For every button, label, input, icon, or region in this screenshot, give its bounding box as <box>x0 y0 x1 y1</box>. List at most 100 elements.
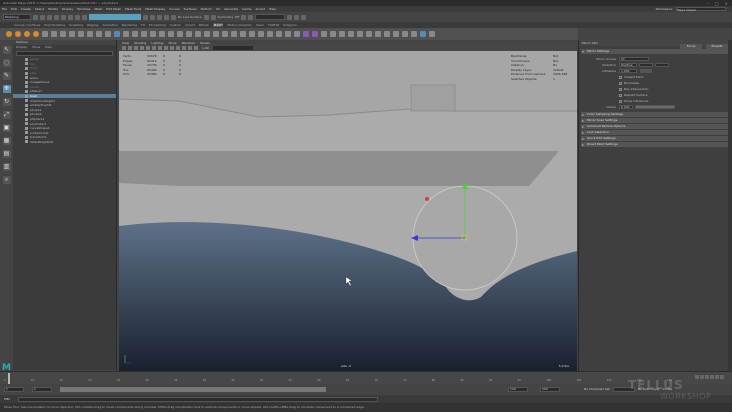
checkbox-normalize[interactable] <box>619 81 622 85</box>
shelf-tool-icon[interactable] <box>51 31 57 37</box>
clamp-slider[interactable] <box>635 105 675 109</box>
maximize-icon[interactable]: □ <box>715 1 719 6</box>
film-gate-icon[interactable] <box>146 46 150 50</box>
menu-generate[interactable]: Generate <box>224 7 238 11</box>
mirror-across-field[interactable]: XY <box>619 57 649 61</box>
shelf-tool-icon[interactable] <box>330 31 336 37</box>
menu-modify[interactable]: Modify <box>48 7 58 11</box>
section-mirror-scan[interactable]: Mirror Scan Settings <box>581 118 730 123</box>
menu-select[interactable]: Select <box>35 7 44 11</box>
shelf-tool-icon[interactable] <box>42 31 48 37</box>
shelf-tab[interactable]: XGen <box>256 23 264 27</box>
move-manip-x-handle[interactable] <box>425 197 429 201</box>
outliner-item[interactable]: defaultLightSet <box>13 140 116 145</box>
step-back-icon[interactable] <box>700 375 704 379</box>
shelf-tool-icon[interactable] <box>141 31 147 37</box>
viewport-menu-panels[interactable]: Panels <box>200 41 210 45</box>
new-scene-icon[interactable] <box>33 14 38 20</box>
direction-option[interactable] <box>639 63 653 67</box>
section-mirror-settings[interactable]: Mirror Settings <box>581 49 730 54</box>
section-coherent-particle[interactable]: Coherent Particle Options <box>581 124 730 129</box>
shelf-tool-icon[interactable] <box>213 31 219 37</box>
side-tab-strip[interactable] <box>728 40 732 371</box>
shelf-tab[interactable]: Bifrost <box>199 23 209 27</box>
workspace-dropdown[interactable]: Maya Classic <box>676 7 726 12</box>
shelf-tool-icon[interactable] <box>105 31 111 37</box>
shadows-icon[interactable] <box>182 46 186 50</box>
outliner-menu-show[interactable]: Show <box>32 45 40 50</box>
outliner-layout-icon[interactable]: ▤ <box>2 150 11 158</box>
resolution-gate-icon[interactable] <box>152 46 156 50</box>
snap-curve-icon[interactable] <box>150 14 155 20</box>
checkbox-show-influences[interactable] <box>619 99 622 103</box>
open-scene-icon[interactable] <box>40 14 45 20</box>
menu-mesh-tools[interactable]: Mesh Tools <box>125 7 141 11</box>
graph-layout-icon[interactable]: ▥ <box>2 163 11 171</box>
go-to-end-icon[interactable] <box>720 375 724 379</box>
shelf-tool-icon[interactable] <box>60 31 66 37</box>
shelf-tab[interactable]: TURTLE <box>268 23 279 27</box>
menu-edit[interactable]: Edit <box>11 7 17 11</box>
shelf-tool-icon[interactable] <box>177 31 183 37</box>
menu-help[interactable]: Help <box>269 7 276 11</box>
time-slider[interactable]: 5 10 15 20 25 30 35 40 45 50 55 60 65 70… <box>0 371 732 384</box>
apply-button[interactable] <box>640 69 652 73</box>
paint-select-icon[interactable]: ✎ <box>2 72 11 80</box>
panel-layout-icon[interactable] <box>287 14 293 20</box>
wireframe-icon[interactable] <box>158 46 162 50</box>
shelf-tool-icon[interactable] <box>303 31 309 37</box>
outliner-menu-display[interactable]: Display <box>16 45 27 50</box>
shelf-tool-icon[interactable] <box>186 31 192 37</box>
play-forward-icon[interactable] <box>710 375 714 379</box>
mash-repro-icon[interactable] <box>24 31 30 37</box>
shelf-tool-icon[interactable] <box>384 31 390 37</box>
close-icon[interactable]: × <box>725 1 728 6</box>
playback-end-field[interactable]: 120 <box>508 387 528 392</box>
channel-box-icon[interactable] <box>294 14 300 20</box>
single-layout-icon[interactable]: ▣ <box>2 124 11 132</box>
shelf-tool-icon[interactable] <box>168 31 174 37</box>
snap-live-icon[interactable] <box>171 14 176 20</box>
selection-mask-bar[interactable] <box>89 14 141 20</box>
snap-view-icon[interactable] <box>164 14 169 20</box>
influence-field[interactable]: 1.000 <box>619 69 637 73</box>
section-direct-paint[interactable]: Direct Paint Settings <box>581 142 730 147</box>
zoom-icon[interactable]: ⌕ <box>2 176 11 184</box>
shelf-tool-icon[interactable] <box>429 31 435 37</box>
checkbox-closest-point[interactable] <box>619 75 622 79</box>
ipr-icon[interactable] <box>241 14 247 20</box>
shelf-tool-icon[interactable] <box>411 31 417 37</box>
mash-waiter-icon[interactable] <box>33 31 39 37</box>
shelf-tab[interactable]: Rigging <box>87 23 98 27</box>
shelf-tool-icon[interactable] <box>402 31 408 37</box>
select-tool-icon[interactable]: ↖ <box>2 46 11 54</box>
grid-icon[interactable] <box>140 46 144 50</box>
shelf-tool-icon[interactable] <box>294 31 300 37</box>
menu-mesh-display[interactable]: Mesh Display <box>145 7 165 11</box>
four-layout-icon[interactable]: ▦ <box>2 137 11 145</box>
textured-icon[interactable] <box>170 46 174 50</box>
viewport-scene[interactable] <box>119 51 577 371</box>
shelf-tool-icon[interactable] <box>96 31 102 37</box>
viewport-menu-show[interactable]: Show <box>168 41 176 45</box>
menu-arnold[interactable]: Arnold <box>255 7 265 11</box>
select-component-icon[interactable] <box>82 14 87 20</box>
viewport-menu-shading[interactable]: Shading <box>134 41 146 45</box>
select-object-icon[interactable] <box>75 14 80 20</box>
shelf-tool-icon[interactable] <box>321 31 327 37</box>
camera-field[interactable] <box>255 14 286 20</box>
checkbox-ray-intersection[interactable] <box>619 87 622 91</box>
scale-tool-icon[interactable]: ⤢ <box>2 111 11 119</box>
outliner-menu-help[interactable]: Help <box>45 45 52 50</box>
shelf-tool-icon[interactable] <box>204 31 210 37</box>
color-space-field[interactable] <box>212 46 253 50</box>
menu-mesh[interactable]: Mesh <box>95 7 103 11</box>
clamp-field[interactable]: 0.000 <box>619 105 633 109</box>
shelf-tool-icon[interactable] <box>267 31 273 37</box>
script-language-toggle[interactable]: MEL <box>4 397 18 401</box>
render-settings-icon[interactable] <box>248 14 254 20</box>
camera-attributes-icon[interactable] <box>122 46 126 50</box>
bookmark-icon[interactable] <box>128 46 132 50</box>
shelf-tool-icon[interactable] <box>375 31 381 37</box>
viewport-menu-renderer[interactable]: Renderer <box>182 41 196 45</box>
